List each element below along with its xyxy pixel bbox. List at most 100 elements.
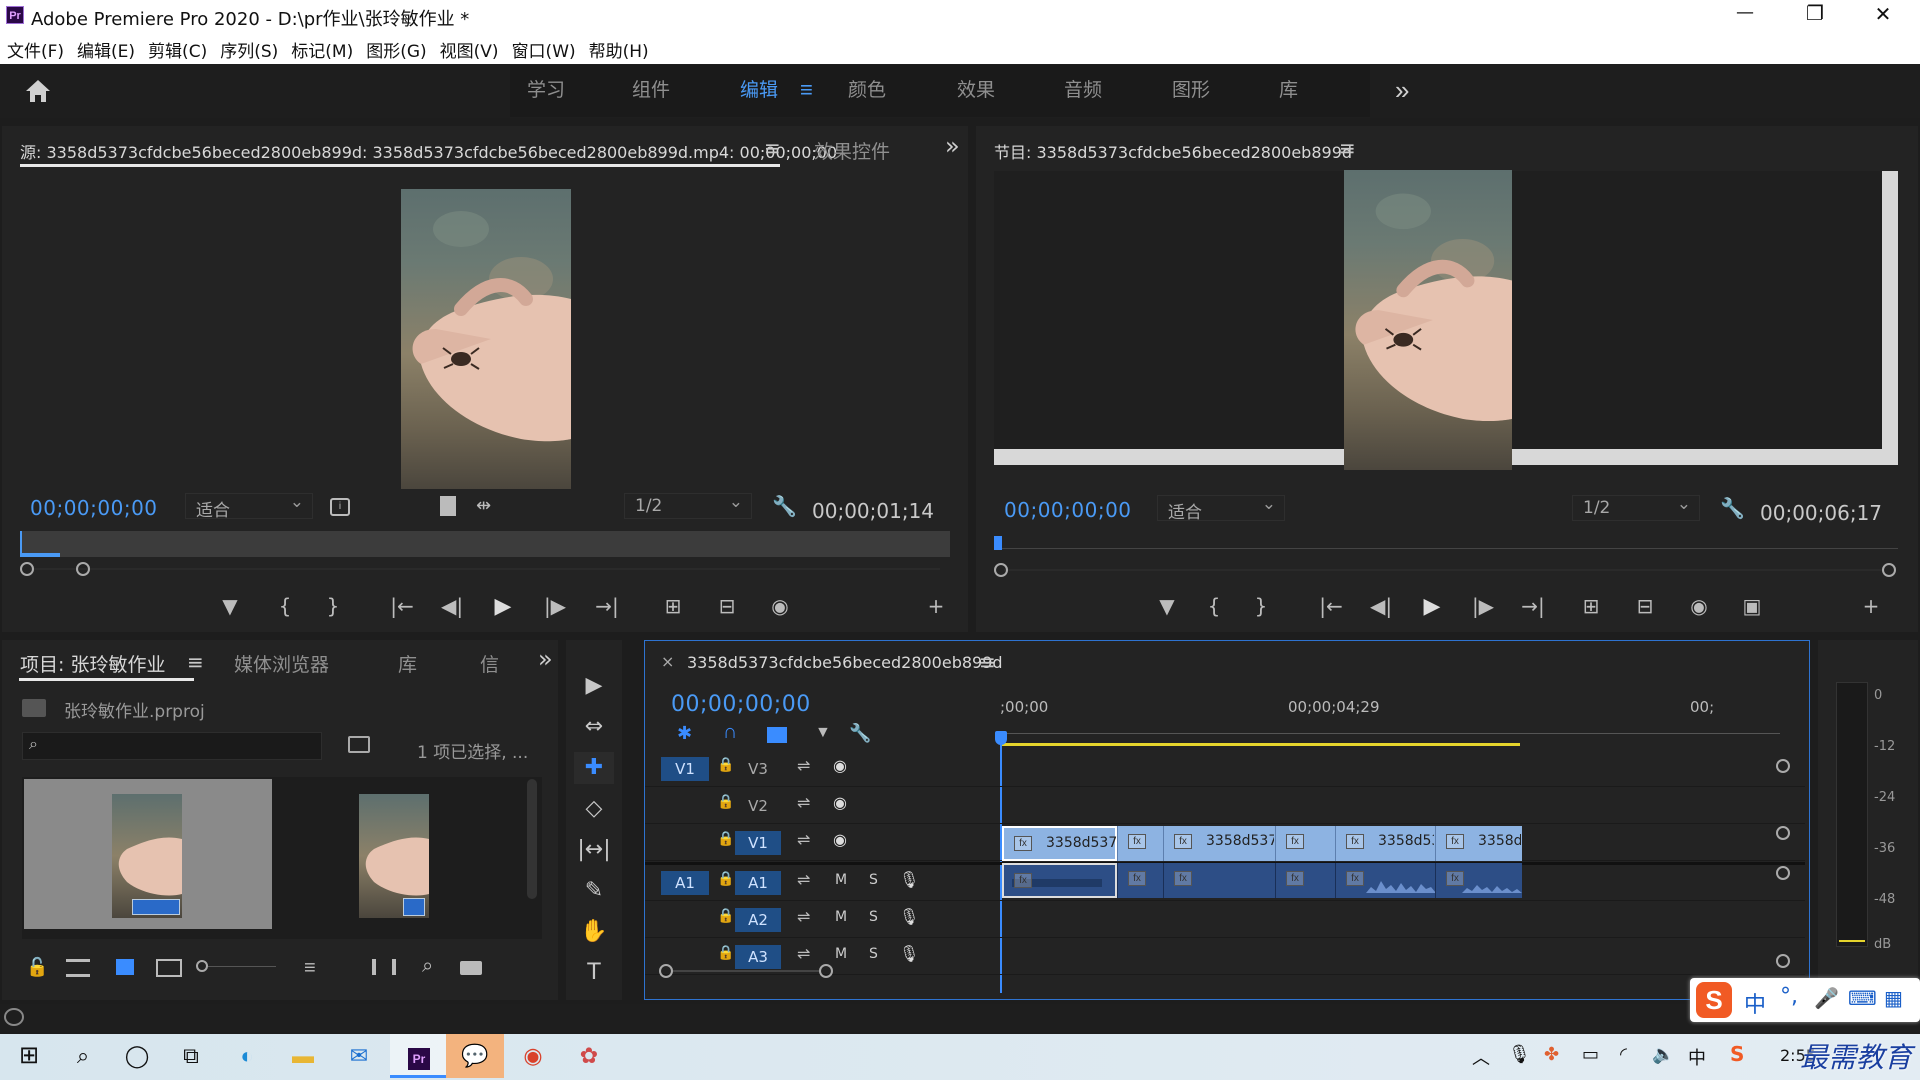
project-item[interactable] bbox=[359, 794, 429, 918]
sort-icon[interactable]: ≡ bbox=[304, 957, 316, 980]
audio-clip[interactable]: fx bbox=[1335, 863, 1436, 898]
project-tab[interactable]: 信 bbox=[480, 650, 499, 677]
ripple-edit-tool-icon[interactable]: ✚ bbox=[574, 752, 614, 784]
zoom-slider[interactable] bbox=[196, 959, 276, 975]
home-icon[interactable] bbox=[24, 78, 52, 104]
timeline-close-icon[interactable]: × bbox=[661, 652, 674, 671]
workspace-tab[interactable]: 颜色 bbox=[848, 64, 886, 116]
selection-tool-icon[interactable]: ▶ bbox=[574, 670, 614, 702]
eye-icon[interactable]: ◉ bbox=[833, 793, 847, 812]
mute-button[interactable]: M bbox=[835, 946, 847, 962]
source-transport-button[interactable]: |▶ bbox=[542, 594, 568, 618]
source-transport-button[interactable]: |← bbox=[389, 594, 415, 618]
insert-clip-icon[interactable] bbox=[440, 496, 456, 516]
source-transport-button[interactable]: ◉ bbox=[767, 594, 793, 618]
snap-icon[interactable]: ✱ bbox=[677, 723, 692, 744]
tray-ime-icon[interactable]: 中 bbox=[1688, 1044, 1706, 1070]
source-transport-button[interactable]: { bbox=[272, 594, 298, 618]
lock-icon[interactable]: 🔒 bbox=[717, 908, 734, 924]
type-tool-icon[interactable]: T bbox=[574, 957, 614, 989]
mail-icon[interactable]: ✉ bbox=[330, 1034, 388, 1078]
source-patch[interactable]: A1 bbox=[661, 871, 709, 895]
workspace-tab[interactable]: 效果 bbox=[957, 64, 995, 116]
search-icon[interactable]: ⌕ bbox=[54, 1034, 112, 1078]
safe-margins-icon[interactable]: i bbox=[330, 498, 350, 516]
video-clip[interactable]: fx 3358d537 bbox=[1002, 826, 1117, 861]
tray-sogou-icon[interactable]: S bbox=[1730, 1042, 1744, 1066]
mute-button[interactable]: M bbox=[835, 872, 847, 888]
menu-item[interactable]: 视图(V) bbox=[440, 37, 499, 62]
audio-clip[interactable]: fx bbox=[1435, 863, 1522, 898]
program-zoom-scroll[interactable] bbox=[994, 562, 1898, 578]
wrench-icon[interactable]: 🔧 bbox=[772, 494, 797, 518]
chrome-icon[interactable]: ◉ bbox=[504, 1034, 562, 1078]
hand-tool-icon[interactable]: ✋ bbox=[574, 916, 614, 948]
lock-icon[interactable]: 🔒 bbox=[717, 757, 734, 773]
voiceover-mic-icon[interactable]: 🎙 bbox=[899, 870, 919, 889]
project-tab[interactable]: 项目: 张玲敏作业 bbox=[20, 650, 165, 677]
new-search-bin-icon[interactable] bbox=[348, 736, 370, 753]
menu-item[interactable]: 文件(F) bbox=[7, 37, 64, 62]
program-timeline-bar[interactable] bbox=[994, 536, 1898, 556]
lock-icon[interactable]: 🔓 bbox=[26, 957, 48, 978]
program-transport-button[interactable]: ▼ bbox=[1154, 594, 1180, 618]
lock-icon[interactable]: 🔒 bbox=[717, 945, 734, 961]
sync-lock-icon[interactable]: ⇌ bbox=[797, 830, 810, 849]
start-icon[interactable]: ⊞ bbox=[0, 1034, 58, 1078]
source-transport-button[interactable]: } bbox=[320, 594, 346, 618]
sync-lock-icon[interactable]: ⇌ bbox=[797, 793, 810, 812]
program-timecode[interactable]: 00;00;00;00 bbox=[1004, 498, 1132, 522]
video-clip[interactable]: fx bbox=[1117, 826, 1163, 861]
find-icon[interactable]: ⌕ bbox=[422, 955, 433, 978]
track-name[interactable]: A1 bbox=[735, 871, 781, 895]
volume-icon[interactable]: 🔈 bbox=[1652, 1044, 1674, 1065]
program-transport-button[interactable]: + bbox=[1858, 594, 1884, 618]
program-tab-menu-icon[interactable]: ≡ bbox=[1339, 136, 1356, 160]
voiceover-mic-icon[interactable]: 🎙 bbox=[899, 907, 919, 926]
timeline-tab-menu-icon[interactable]: ≡ bbox=[979, 650, 996, 674]
program-monitor-tab[interactable]: 节目: 3358d5373cfdcbe56beced2800eb899d bbox=[994, 139, 1352, 163]
minimize-button[interactable]: — bbox=[1730, 2, 1760, 23]
close-button[interactable]: ✕ bbox=[1868, 2, 1898, 26]
razor-tool-icon[interactable]: ◇ bbox=[574, 793, 614, 825]
wifi-icon[interactable]: ◜ bbox=[1620, 1044, 1627, 1065]
workspace-overflow-button[interactable]: » bbox=[1395, 64, 1409, 116]
video-clip[interactable]: fx 3358d53 bbox=[1335, 826, 1435, 861]
solo-button[interactable]: S bbox=[869, 872, 878, 888]
file-explorer-icon[interactable]: ▬ bbox=[274, 1034, 332, 1078]
source-patch[interactable] bbox=[661, 831, 709, 855]
solo-button[interactable]: S bbox=[869, 946, 878, 962]
source-resolution-dropdown[interactable]: 1/2 bbox=[624, 492, 752, 519]
project-overflow-button[interactable]: » bbox=[538, 645, 553, 673]
source-transport-button[interactable]: ◀| bbox=[439, 594, 465, 618]
source-patch[interactable] bbox=[661, 794, 709, 818]
source-timecode[interactable]: 00;00;00;00 bbox=[30, 496, 158, 520]
workspace-tab[interactable]: 组件 bbox=[632, 64, 670, 116]
sync-lock-icon[interactable]: ⇌ bbox=[797, 870, 810, 889]
source-tab-menu-icon[interactable]: ≡ bbox=[764, 136, 781, 160]
v-scroll-top[interactable] bbox=[1776, 759, 1790, 773]
track-name[interactable]: V2 bbox=[735, 794, 781, 818]
program-transport-button[interactable]: ▣ bbox=[1739, 594, 1765, 618]
source-transport-button[interactable]: + bbox=[923, 594, 949, 618]
cortana-icon[interactable]: ◯ bbox=[108, 1034, 166, 1078]
battery-icon[interactable]: ▭ bbox=[1582, 1044, 1599, 1065]
program-transport-button[interactable]: ▶ bbox=[1419, 594, 1445, 619]
eye-icon[interactable]: ◉ bbox=[833, 756, 847, 775]
ime-punct-icon[interactable]: °, bbox=[1780, 984, 1798, 1009]
project-tab[interactable]: 库 bbox=[398, 650, 417, 677]
audio-clip[interactable]: fx bbox=[1002, 863, 1117, 898]
voiceover-mic-icon[interactable]: 🎙 bbox=[899, 944, 919, 963]
program-wrench-icon[interactable]: 🔧 bbox=[1720, 496, 1745, 521]
program-transport-button[interactable]: |▶ bbox=[1470, 594, 1496, 618]
audio-clip[interactable]: fx bbox=[1275, 863, 1335, 898]
freeform-view-icon[interactable] bbox=[156, 959, 182, 977]
ime-menu-icon[interactable]: ▦ bbox=[1884, 986, 1903, 1010]
source-transport-button[interactable]: ⊟ bbox=[714, 594, 740, 618]
tray-color-icon[interactable]: ✤ bbox=[1544, 1044, 1559, 1065]
slip-tool-icon[interactable]: |↔| bbox=[574, 834, 614, 866]
source-patch[interactable] bbox=[661, 908, 709, 932]
workspace-menu-icon[interactable]: ≡ bbox=[800, 64, 813, 116]
timeline-scroll[interactable] bbox=[659, 963, 1609, 979]
track-select-tool-icon[interactable]: ⇔ bbox=[574, 711, 614, 743]
